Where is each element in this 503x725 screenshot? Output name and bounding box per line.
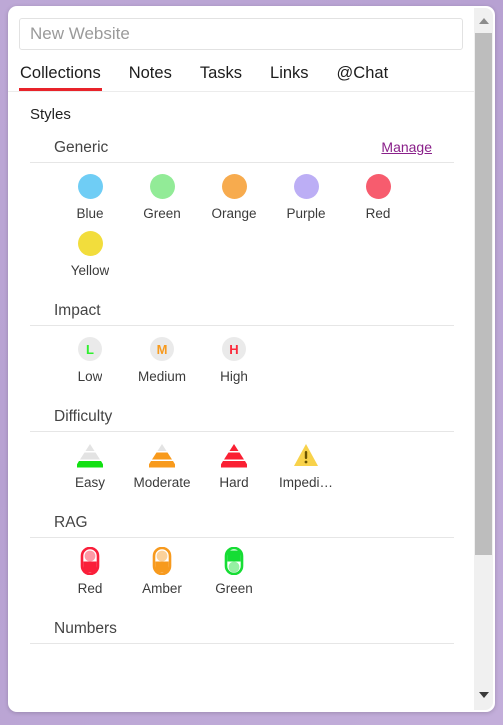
impact-medium-icon: M — [148, 335, 176, 363]
impact-letter: M — [150, 337, 174, 361]
style-item[interactable]: Amber — [126, 547, 198, 596]
style-item-label: Medium — [137, 369, 186, 384]
style-item-label: Yellow — [70, 263, 110, 278]
search-field-container — [8, 6, 474, 50]
panel-content: Collections Notes Tasks Links @Chat Styles G… — [8, 6, 474, 712]
style-item[interactable]: Hard — [198, 441, 270, 490]
style-item[interactable]: Impedi… — [270, 441, 342, 490]
style-item-label: Impedi… — [278, 475, 334, 490]
style-item-label: Green — [215, 581, 253, 596]
group-name: RAG — [54, 514, 88, 531]
style-item-label: Red — [77, 581, 103, 596]
group-header: Difficulty — [30, 408, 454, 432]
style-item-list: L Low M Medium H High — [30, 326, 474, 392]
group-name: Numbers — [54, 620, 117, 637]
rag-red-icon — [76, 547, 104, 575]
pyramid-easy-icon — [76, 441, 104, 469]
group-name: Impact — [54, 302, 101, 319]
circle-swatch-icon — [76, 172, 104, 200]
style-item-label: High — [220, 369, 248, 384]
group-header: Impact — [30, 302, 454, 326]
style-item-label: Easy — [74, 475, 105, 490]
style-item[interactable]: Green — [126, 172, 198, 221]
page-title: Styles — [30, 106, 71, 123]
style-item[interactable]: H High — [198, 335, 270, 384]
style-item[interactable]: Moderate — [126, 441, 198, 490]
style-item-label: Blue — [76, 206, 104, 221]
tab-links[interactable]: Links — [269, 64, 310, 91]
impact-letter: L — [78, 337, 102, 361]
group-header: Generic Manage — [30, 139, 454, 163]
style-item-label: Purple — [286, 206, 326, 221]
group-name: Generic — [54, 139, 109, 156]
style-item-list: Easy Moderate Hard Impedi… — [30, 432, 474, 498]
scroll-down-arrow-icon[interactable] — [474, 686, 493, 704]
search-box[interactable] — [19, 18, 463, 50]
style-group-numbers: Numbers — [30, 604, 474, 653]
pyramid-hard-icon — [220, 441, 248, 469]
circle-swatch-icon — [220, 172, 248, 200]
extension-panel: Collections Notes Tasks Links @Chat Styles G… — [8, 6, 495, 712]
circle-swatch-icon — [364, 172, 392, 200]
group-header: Numbers — [30, 620, 454, 644]
scroll-up-arrow-icon[interactable] — [474, 12, 493, 30]
tab-tasks[interactable]: Tasks — [199, 64, 243, 91]
style-item[interactable]: Red — [342, 172, 414, 221]
style-item-label: Orange — [211, 206, 257, 221]
style-item-label: Green — [143, 206, 181, 221]
impact-low-icon: L — [76, 335, 104, 363]
rag-amber-icon — [148, 547, 176, 575]
style-group-rag: RAG Red Amber Green — [30, 498, 474, 604]
tab-bar: Collections Notes Tasks Links @Chat — [8, 50, 474, 92]
style-item[interactable]: Purple — [270, 172, 342, 221]
style-item-label: Hard — [219, 475, 249, 490]
style-item-label: Moderate — [133, 475, 191, 490]
style-item[interactable]: Orange — [198, 172, 270, 221]
circle-swatch-icon — [148, 172, 176, 200]
group-header: RAG — [30, 514, 454, 538]
style-item-list: Blue Green Orange Purple Red Yellow — [30, 163, 474, 286]
group-name: Difficulty — [54, 408, 113, 425]
circle-swatch-icon — [76, 229, 104, 257]
style-item[interactable]: L Low — [54, 335, 126, 384]
tab-chat[interactable]: @Chat — [336, 64, 390, 91]
style-group-generic: Generic Manage Blue Green Orange Purple Red Yel… — [30, 123, 474, 286]
style-group-difficulty: Difficulty Easy Moderate Hard Impedi… — [30, 392, 474, 498]
warning-triangle-icon — [292, 441, 320, 469]
style-item[interactable]: Yellow — [54, 229, 126, 278]
style-item-label: Low — [77, 369, 103, 384]
circle-swatch-icon — [292, 172, 320, 200]
style-item[interactable]: Blue — [54, 172, 126, 221]
vertical-scrollbar[interactable] — [474, 8, 493, 710]
scrollbar-thumb[interactable] — [475, 33, 492, 555]
style-item[interactable]: M Medium — [126, 335, 198, 384]
style-item-list — [30, 644, 474, 653]
tab-collections[interactable]: Collections — [19, 64, 102, 91]
rag-green-icon — [220, 547, 248, 575]
style-item-list: Red Amber Green — [30, 538, 474, 604]
style-item[interactable]: Red — [54, 547, 126, 596]
impact-letter: H — [222, 337, 246, 361]
style-group-impact: Impact L Low M Medium H High — [30, 286, 474, 392]
app-window: Collections Notes Tasks Links @Chat Styles G… — [0, 0, 503, 725]
style-item-label: Amber — [142, 581, 182, 596]
impact-high-icon: H — [220, 335, 248, 363]
manage-link[interactable]: Manage — [381, 139, 432, 155]
pyramid-moderate-icon — [148, 441, 176, 469]
style-groups: Generic Manage Blue Green Orange Purple Red Yel… — [8, 123, 474, 653]
style-item-label: Red — [365, 206, 391, 221]
search-input[interactable] — [30, 24, 452, 44]
style-item[interactable]: Easy — [54, 441, 126, 490]
style-item[interactable]: Green — [198, 547, 270, 596]
tab-notes[interactable]: Notes — [128, 64, 173, 91]
